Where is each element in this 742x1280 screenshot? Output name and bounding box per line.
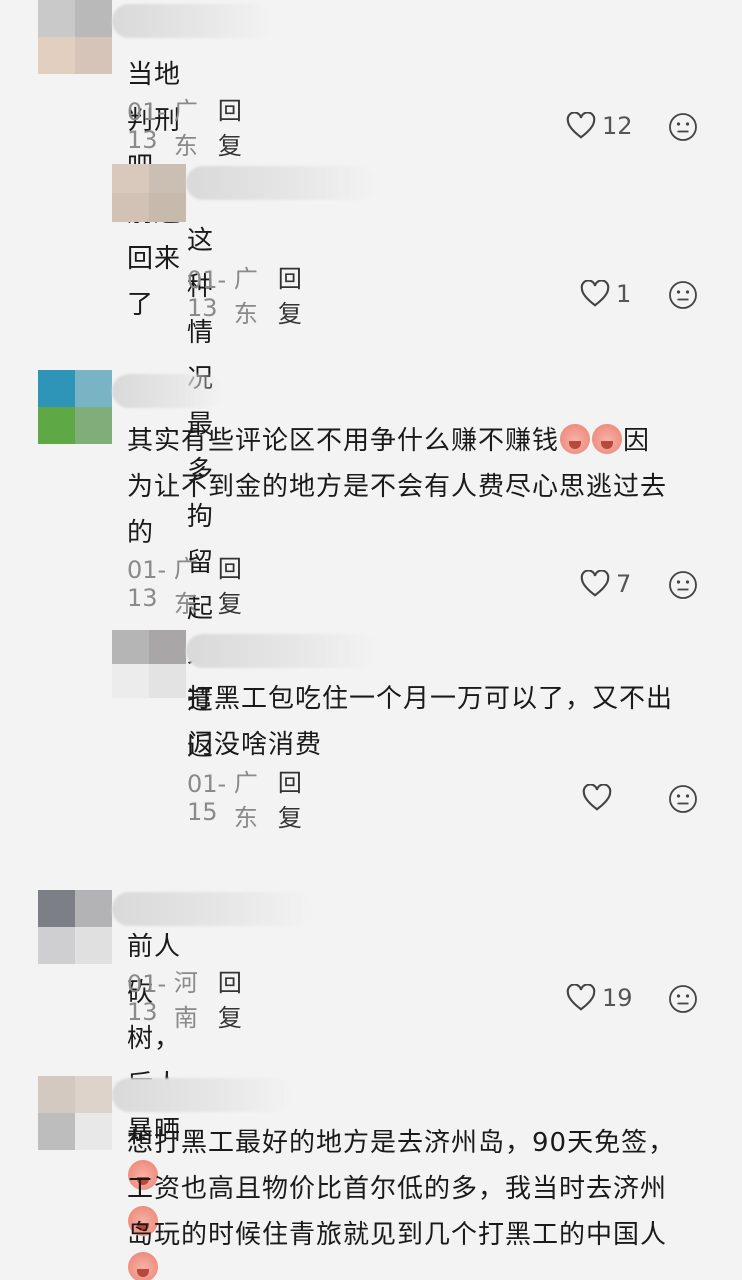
heart-outline-icon <box>580 280 610 307</box>
like-count: 1 <box>616 280 632 308</box>
reply-button[interactable]: 回复 <box>278 763 302 833</box>
username-blurred[interactable] <box>186 634 376 668</box>
comment-text: 打黑工包吃住一个月一万可以了，又不出 门没啥消费 <box>187 676 717 768</box>
comment-date: 01-13 <box>187 266 227 322</box>
avatar[interactable] <box>38 0 112 74</box>
comment-text: 其实有些评论区不用争什么赚不赚钱 因 为让不到金的地方是不会有人费尽心思逃过去 的 <box>127 418 717 556</box>
comment-date: 01-13 <box>127 556 167 612</box>
comment-meta: 01-13 广东 回复 <box>127 97 242 160</box>
username-blurred[interactable] <box>186 166 376 200</box>
comment-text-line: 打黑工包吃住一个月一万可以了，又不出 <box>187 684 674 714</box>
like-count: 12 <box>602 112 633 140</box>
reply-button[interactable]: 回复 <box>218 549 242 619</box>
frown-face-icon[interactable] <box>668 280 698 310</box>
like-button[interactable]: 19 <box>566 978 633 1018</box>
comment-meta: 01-13 广东 回复 <box>187 265 302 328</box>
like-count: 7 <box>616 570 632 598</box>
avatar[interactable] <box>112 630 186 698</box>
comment-location: 广东 <box>233 769 258 832</box>
comment-text-line: 工资也高且物价比首尔低的多，我当时去济州 <box>127 1174 668 1204</box>
like-button[interactable] <box>582 778 618 818</box>
username-blurred[interactable] <box>112 1078 292 1112</box>
like-button[interactable]: 12 <box>566 106 633 146</box>
like-button[interactable]: 1 <box>580 274 631 314</box>
comment-meta: 01-13 广东 回复 <box>127 555 242 618</box>
comment-text-line: 岛玩的时候住青旅就见到几个打黑工的中国人 <box>127 1220 668 1250</box>
comment-text-line: 门没啥消费 <box>187 730 323 760</box>
comment-date: 01-13 <box>127 98 167 154</box>
comment-text-line: 为让不到金的地方是不会有人费尽心思逃过去 <box>127 472 668 502</box>
frown-face-icon[interactable] <box>668 984 698 1014</box>
frown-face-icon[interactable] <box>668 112 698 142</box>
reply-button[interactable]: 回复 <box>218 963 242 1033</box>
comment-text-line: 其实有些评论区不用争什么赚不赚钱 <box>127 426 560 456</box>
username-blurred[interactable] <box>112 892 312 926</box>
comment-location: 广东 <box>233 265 258 328</box>
heart-outline-icon <box>566 112 596 139</box>
comment-text: 想打黑工最好的地方是去济州岛，90天免签， 工资也高且物价比首尔低的多，我当时去… <box>127 1120 727 1258</box>
comment-date: 01-13 <box>127 970 167 1026</box>
heart-outline-icon <box>580 570 610 597</box>
crying-face-emoji <box>560 424 591 454</box>
like-count: 19 <box>602 984 633 1012</box>
comment-text-line: 的 <box>127 518 155 548</box>
comment-meta: 01-13 河南 回复 <box>127 969 242 1032</box>
frown-face-icon[interactable] <box>668 570 698 600</box>
heart-outline-icon <box>582 784 612 811</box>
username-blurred[interactable] <box>112 4 272 38</box>
like-button[interactable]: 7 <box>580 564 631 604</box>
comment-date: 01-15 <box>187 770 227 826</box>
comment-location: 河南 <box>173 969 198 1032</box>
heart-outline-icon <box>566 984 596 1011</box>
reply-button[interactable]: 回复 <box>218 91 242 161</box>
comment-location: 广东 <box>173 97 198 160</box>
avatar[interactable] <box>38 370 112 444</box>
comment-text-line: 因 <box>623 426 651 456</box>
comment-meta: 01-15 广东 回复 <box>187 769 302 832</box>
comment-text-line: 想打黑工最好的地方是去济州岛，90天免签， <box>127 1128 676 1158</box>
comment-location: 广东 <box>173 555 198 618</box>
reply-button[interactable]: 回复 <box>278 259 302 329</box>
frown-face-icon[interactable] <box>668 784 698 814</box>
avatar[interactable] <box>112 164 186 222</box>
avatar[interactable] <box>38 1076 112 1150</box>
avatar[interactable] <box>38 890 112 964</box>
username-blurred[interactable] <box>112 374 222 408</box>
crying-face-emoji <box>592 424 623 454</box>
